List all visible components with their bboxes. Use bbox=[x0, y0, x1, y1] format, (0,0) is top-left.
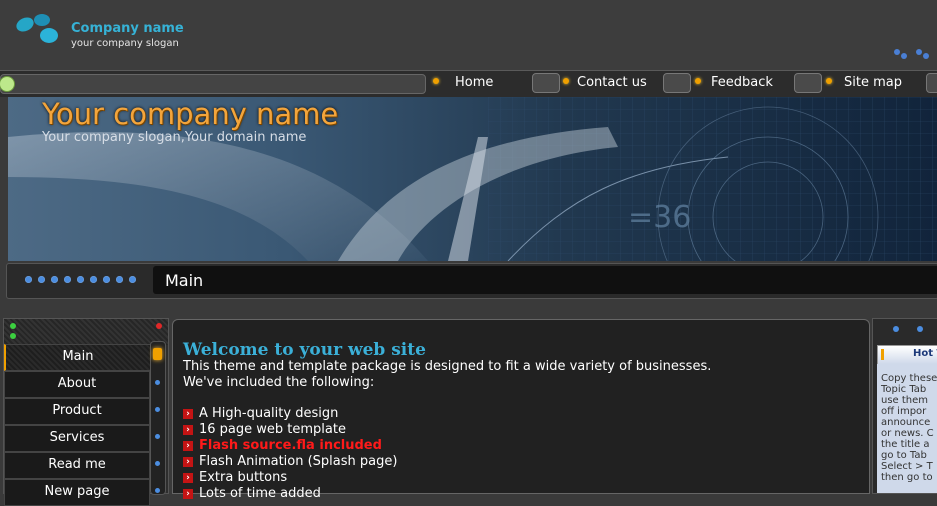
panel-dot-icon bbox=[893, 326, 899, 332]
feature-text-highlight: Flash source.fla included bbox=[199, 438, 382, 453]
arrow-bullet-icon: › bbox=[183, 425, 193, 435]
hot-topic-body: Copy these Topic Tab use them off impor … bbox=[877, 364, 937, 493]
intro-paragraph: This theme and template package is desig… bbox=[183, 359, 823, 391]
rail-dot-icon bbox=[155, 380, 160, 385]
sidebar-item-about[interactable]: About bbox=[4, 371, 150, 398]
rail-dot-icon bbox=[155, 488, 160, 493]
nav-round-icon bbox=[0, 76, 15, 92]
sidebar-rail bbox=[150, 341, 166, 495]
arrow-bullet-icon: › bbox=[183, 409, 193, 419]
list-item: › Flash source.fla included bbox=[183, 438, 397, 454]
sidebar-header bbox=[4, 319, 168, 345]
top-navigation: Home Contact us Feedback Site map bbox=[0, 70, 937, 97]
list-item: › Lots of time added bbox=[183, 486, 397, 502]
nav-separator bbox=[926, 73, 937, 93]
company-logo-icon[interactable] bbox=[14, 12, 62, 48]
nav-home[interactable]: Home bbox=[433, 74, 493, 92]
feature-list: › A High-quality design › 16 page web temp… bbox=[183, 406, 397, 502]
banner-title: Your company name bbox=[42, 97, 339, 131]
welcome-heading: Welcome to your web site bbox=[183, 340, 426, 360]
arrow-bullet-icon: › bbox=[183, 441, 193, 451]
nav-left-bar bbox=[0, 74, 426, 94]
nav-indicator-icon bbox=[695, 78, 701, 84]
intro-line-2: We've included the following: bbox=[183, 375, 375, 390]
hot-topic-title: Hot Topic bbox=[913, 348, 937, 359]
hot-topic-header: Hot Topic bbox=[877, 345, 937, 365]
list-item: › 16 page web template bbox=[183, 422, 397, 438]
main-content: Welcome to your web site This theme and … bbox=[172, 319, 870, 501]
feature-text: 16 page web template bbox=[199, 422, 346, 437]
green-light-icon bbox=[10, 323, 16, 329]
decorative-dots-icon bbox=[892, 46, 937, 60]
company-slogan: your company slogan bbox=[71, 38, 179, 49]
page-title-strip: Main bbox=[6, 263, 937, 299]
rail-dot-icon bbox=[155, 407, 160, 412]
rail-dot-icon bbox=[155, 434, 160, 439]
sidebar-item-read-me[interactable]: Read me bbox=[4, 452, 150, 479]
page-title: Main bbox=[165, 271, 204, 290]
feature-text: Flash Animation (Splash page) bbox=[199, 454, 398, 469]
hero-banner: =36 Your company name Your company sloga… bbox=[8, 97, 937, 261]
nav-separator bbox=[794, 73, 822, 93]
nav-site-map-label: Site map bbox=[844, 75, 902, 90]
green-light-icon bbox=[10, 333, 16, 339]
nav-feedback-label: Feedback bbox=[711, 75, 773, 90]
arrow-bullet-icon: › bbox=[183, 473, 193, 483]
nav-contact-label: Contact us bbox=[577, 75, 647, 90]
nav-indicator-icon bbox=[433, 78, 439, 84]
sidebar-item-services[interactable]: Services bbox=[4, 425, 150, 452]
panel-dot-icon bbox=[917, 326, 923, 332]
nav-feedback[interactable]: Feedback bbox=[695, 74, 773, 92]
arrow-bullet-icon: › bbox=[183, 457, 193, 467]
strip-dots-icon bbox=[25, 276, 145, 284]
sidebar-item-new-page[interactable]: New page bbox=[4, 479, 150, 506]
site-header: Company name your company slogan bbox=[0, 0, 937, 70]
list-item: › Extra buttons bbox=[183, 470, 397, 486]
page-title-box: Main bbox=[153, 266, 937, 294]
rail-dot-icon bbox=[155, 461, 160, 466]
nav-indicator-icon bbox=[563, 78, 569, 84]
feature-text: Extra buttons bbox=[199, 470, 288, 485]
header-bar-icon bbox=[881, 349, 884, 360]
nav-contact-us[interactable]: Contact us bbox=[563, 74, 647, 92]
nav-home-label: Home bbox=[455, 75, 494, 90]
list-item: › A High-quality design bbox=[183, 406, 397, 422]
company-name[interactable]: Company name bbox=[71, 21, 184, 36]
svg-text:=36: =36 bbox=[628, 200, 691, 235]
banner-subtitle: Your company slogan,Your domain name bbox=[42, 130, 307, 145]
active-indicator-icon bbox=[153, 348, 162, 360]
nav-indicator-icon bbox=[826, 78, 832, 84]
intro-line-1: This theme and template package is desig… bbox=[183, 359, 712, 374]
sidebar-item-product[interactable]: Product bbox=[4, 398, 150, 425]
arrow-bullet-icon: › bbox=[183, 489, 193, 499]
hot-topic-panel: Hot Topic Copy these Topic Tab use them … bbox=[872, 318, 937, 494]
red-light-icon bbox=[156, 323, 162, 329]
nav-separator bbox=[663, 73, 691, 93]
sidebar-menu: Main About Product Services Read me New … bbox=[3, 318, 169, 506]
nav-separator bbox=[532, 73, 560, 93]
hot-topic-text: Copy these Topic Tab use them off impor … bbox=[881, 373, 937, 483]
nav-site-map[interactable]: Site map bbox=[826, 74, 902, 92]
feature-text: A High-quality design bbox=[199, 406, 339, 421]
sidebar-item-main[interactable]: Main bbox=[4, 344, 151, 371]
feature-text: Lots of time added bbox=[199, 486, 321, 501]
list-item: › Flash Animation (Splash page) bbox=[183, 454, 397, 470]
